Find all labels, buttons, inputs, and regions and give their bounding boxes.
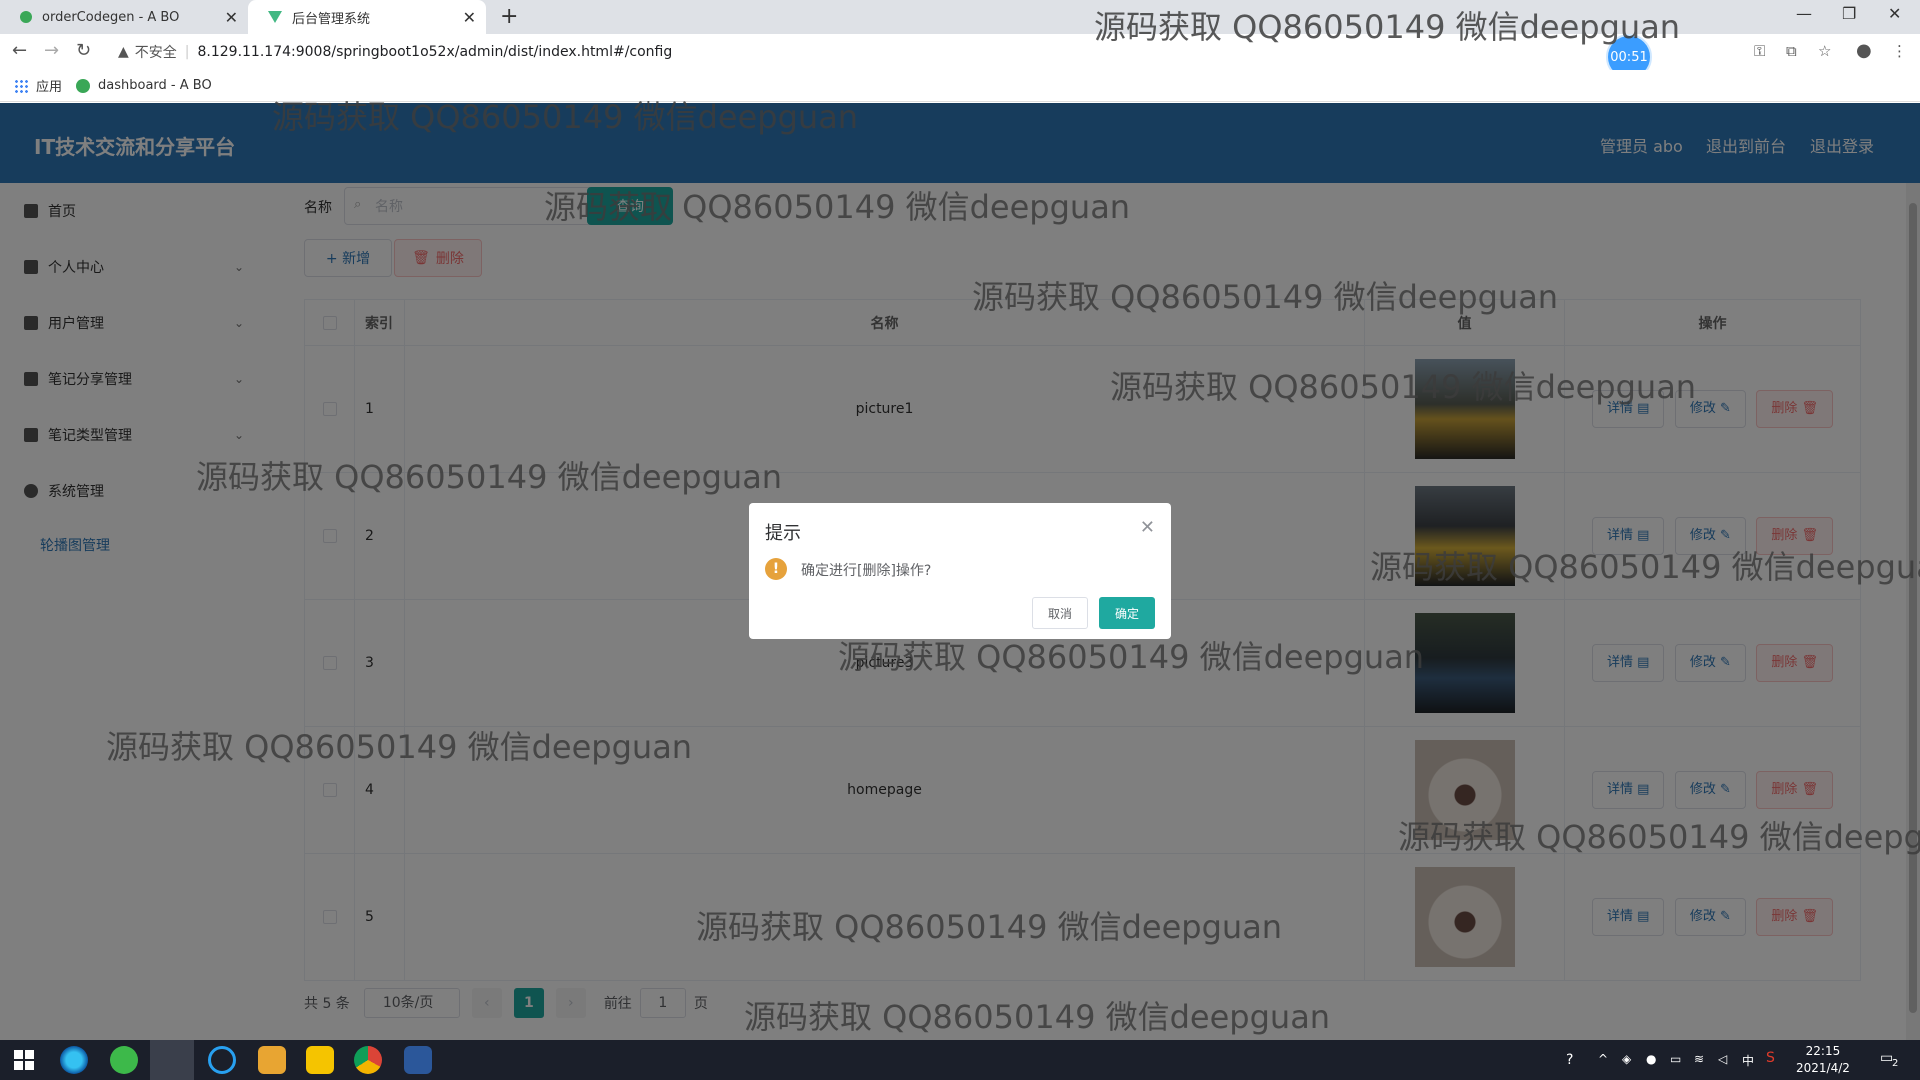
- sogou-icon[interactable]: S: [1766, 1050, 1775, 1066]
- reload-icon[interactable]: ↻: [76, 40, 91, 61]
- clock-date: 2021/4/2: [1796, 1061, 1850, 1075]
- tab-admin-system[interactable]: 后台管理系统 ✕: [248, 0, 486, 34]
- divider: |: [184, 44, 190, 60]
- bookmark-dashboard[interactable]: dashboard - A BO: [76, 78, 212, 93]
- wifi-icon[interactable]: ≋: [1694, 1052, 1704, 1066]
- insecure-label: 不安全: [134, 45, 177, 61]
- url-field[interactable]: ▲ 不安全 | 8.129.11.174:9008/springboot1o52…: [110, 38, 1790, 66]
- browser-tab-bar: orderCodegen - A BO ✕ 后台管理系统 ✕ + — ❐ ✕: [0, 0, 1920, 34]
- notification-count: 2: [1892, 1058, 1899, 1069]
- windows-start-icon[interactable]: [14, 1050, 34, 1070]
- close-icon[interactable]: ✕: [1140, 517, 1155, 538]
- qq-icon[interactable]: ●: [1646, 1052, 1656, 1066]
- search-app-icon[interactable]: [208, 1046, 236, 1074]
- menu-icon[interactable]: ⋮: [1892, 42, 1907, 60]
- window-close-icon[interactable]: ✕: [1888, 4, 1901, 23]
- forward-icon[interactable]: →: [44, 40, 59, 61]
- bookmark-label: 应用: [36, 80, 63, 95]
- app-green-icon[interactable]: [110, 1046, 138, 1074]
- new-tab-button[interactable]: +: [500, 4, 518, 29]
- taskbar-clock[interactable]: 22:15 2021/4/2: [1796, 1043, 1850, 1077]
- help-icon[interactable]: ?: [1566, 1052, 1573, 1068]
- battery-icon[interactable]: ▭: [1670, 1052, 1681, 1066]
- apps-grid-icon: [14, 78, 28, 93]
- chevron-up-icon[interactable]: ^: [1598, 1052, 1608, 1066]
- chrome-icon[interactable]: [354, 1046, 382, 1074]
- volume-icon[interactable]: ◁: [1718, 1052, 1727, 1066]
- cancel-button[interactable]: 取消: [1032, 597, 1088, 629]
- close-icon[interactable]: ✕: [225, 8, 238, 27]
- dialog-message: 确定进行[删除]操作?: [801, 563, 932, 579]
- minimize-icon[interactable]: —: [1796, 4, 1812, 23]
- profile-icon[interactable]: ●: [1856, 40, 1872, 61]
- folder-icon[interactable]: [258, 1046, 286, 1074]
- chrome-favicon-icon: [20, 11, 32, 23]
- bookmark-label: dashboard - A BO: [98, 78, 212, 93]
- back-icon[interactable]: ←: [12, 40, 27, 61]
- edge-icon[interactable]: [60, 1046, 88, 1074]
- tab-ordercodegen[interactable]: orderCodegen - A BO ✕: [0, 0, 248, 34]
- ime-indicator[interactable]: 中: [1742, 1052, 1754, 1069]
- warning-icon: !: [765, 558, 787, 580]
- maximize-icon[interactable]: ❐: [1842, 4, 1856, 23]
- bookmarks-bar: 应用 dashboard - A BO: [0, 70, 1920, 102]
- app-yellow-icon[interactable]: [306, 1046, 334, 1074]
- url-text: 8.129.11.174:9008/springboot1o52x/admin/…: [197, 44, 673, 60]
- key-icon[interactable]: ⚿: [1754, 42, 1765, 60]
- bookmark-apps[interactable]: 应用: [14, 76, 62, 95]
- vue-favicon-icon: [268, 11, 282, 23]
- shield-icon[interactable]: ◈: [1622, 1052, 1631, 1066]
- warning-icon: ▲: [118, 44, 129, 60]
- dashboard-favicon-icon: [76, 78, 91, 93]
- close-icon[interactable]: ✕: [463, 8, 476, 27]
- tab-label: orderCodegen - A BO: [42, 9, 180, 25]
- word-icon[interactable]: [404, 1046, 432, 1074]
- star-icon[interactable]: ☆: [1818, 42, 1831, 60]
- confirm-button[interactable]: 确定: [1099, 597, 1155, 629]
- confirm-dialog: 提示 ✕ ! 确定进行[删除]操作? 取消 确定: [749, 503, 1171, 639]
- windows-taskbar: ? ^ ◈ ● ▭ ≋ ◁ 中 S 22:15 2021/4/2 ▭ 2: [0, 1040, 1920, 1080]
- translate-icon[interactable]: ⧉: [1786, 42, 1797, 60]
- clock-time: 22:15: [1805, 1044, 1841, 1058]
- wechat-icon[interactable]: [150, 1040, 194, 1080]
- tab-label: 后台管理系统: [292, 11, 371, 27]
- dialog-title: 提示: [765, 523, 801, 544]
